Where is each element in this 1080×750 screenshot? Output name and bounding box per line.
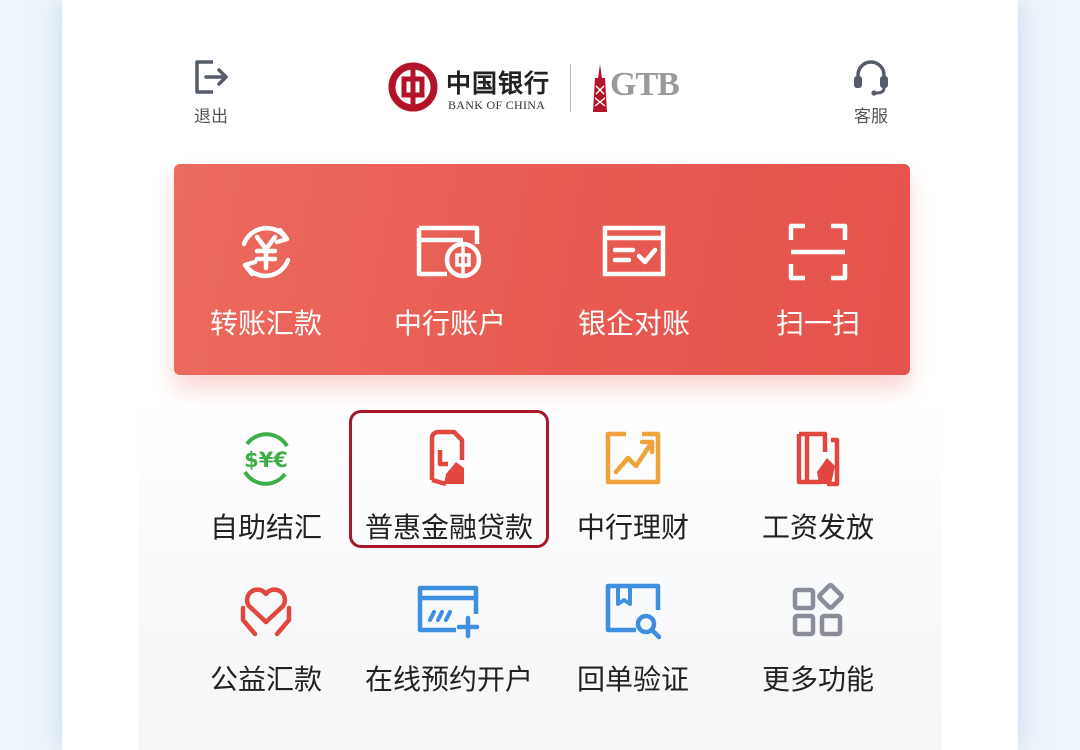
- logout-icon: [195, 60, 228, 94]
- charity-heart-icon: [240, 587, 292, 637]
- service-inclusive-loan[interactable]: 普惠金融贷款: [349, 428, 549, 546]
- exit-label: 退出: [194, 107, 228, 127]
- loan-document-icon: [429, 429, 465, 487]
- quick-actions-panel: 转账汇款 中行账户 银企对账 扫一扫: [174, 164, 910, 375]
- headset-icon: [854, 60, 888, 96]
- bank-card-icon: [416, 225, 482, 279]
- reconciliation-icon: [602, 225, 666, 277]
- currency-exchange-icon: $¥€: [243, 432, 289, 486]
- customer-service-label: 客服: [854, 107, 888, 127]
- bank-name-en: BANK OF CHINA: [448, 98, 546, 112]
- quick-action-reconcile[interactable]: 银企对账: [542, 222, 726, 342]
- service-more-functions[interactable]: 更多功能: [718, 580, 918, 698]
- quick-action-label: 扫一扫: [775, 307, 860, 340]
- service-receipt-verification[interactable]: 回单验证: [533, 580, 733, 698]
- bank-name-cn: 中国银行: [446, 69, 551, 98]
- service-fx-settlement[interactable]: $¥€ 自助结汇: [166, 428, 366, 546]
- service-label: 更多功能: [761, 663, 874, 696]
- exit-button[interactable]: 退出: [171, 58, 251, 127]
- receipt-search-icon: [605, 583, 662, 640]
- service-label: 普惠金融贷款: [364, 511, 533, 544]
- service-online-account-booking[interactable]: 在线预约开户: [349, 580, 549, 698]
- service-label: 回单验证: [576, 663, 689, 696]
- service-wealth-management[interactable]: 中行理财: [533, 428, 733, 546]
- logo-divider: [570, 64, 571, 112]
- quick-action-label: 转账汇款: [209, 307, 322, 340]
- bank-logo: 中国银行 BANK OF CHINA GTB: [388, 60, 698, 116]
- quick-action-scan[interactable]: 扫一扫: [726, 222, 910, 342]
- yuan-transfer-icon: [241, 225, 291, 279]
- tower-icon: [593, 64, 607, 112]
- service-label: 中行理财: [576, 511, 689, 544]
- quick-action-account[interactable]: 中行账户: [358, 222, 542, 342]
- quick-action-label: 中行账户: [393, 307, 506, 340]
- more-grid-icon: [792, 583, 844, 637]
- service-label: 工资发放: [761, 511, 874, 544]
- card-add-icon: [417, 585, 480, 639]
- service-charity-remittance[interactable]: 公益汇款: [166, 580, 366, 698]
- scan-icon: [788, 223, 848, 281]
- trend-chart-icon: [605, 431, 661, 485]
- boc-emblem-icon: [388, 62, 438, 112]
- svg-text:$¥€: $¥€: [244, 448, 288, 472]
- service-label: 公益汇款: [209, 663, 322, 696]
- service-label: 在线预约开户: [364, 663, 533, 696]
- service-payroll[interactable]: 工资发放: [718, 428, 918, 546]
- quick-action-label: 银企对账: [577, 307, 690, 340]
- payroll-icon: [796, 431, 840, 487]
- service-label: 自助结汇: [209, 511, 322, 544]
- customer-service-button[interactable]: 客服: [831, 58, 911, 127]
- gtb-logo-text: GTB: [610, 66, 680, 103]
- quick-action-transfer[interactable]: 转账汇款: [174, 222, 358, 342]
